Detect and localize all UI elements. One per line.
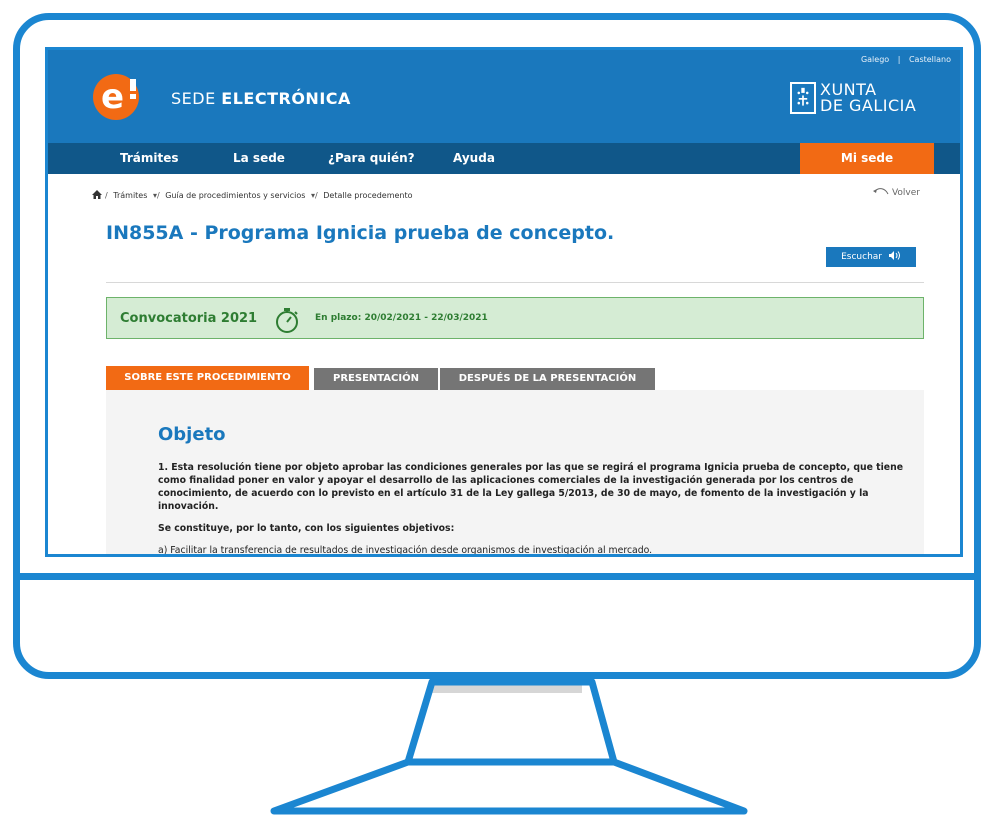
tab-presentacion[interactable]: PRESENTACIÓN: [314, 368, 438, 390]
volver-link[interactable]: Volver: [873, 186, 920, 198]
chevron-down-icon[interactable]: ▾/: [153, 191, 160, 200]
objeto-paragraph: 1. Esta resolución tiene por objeto apro…: [158, 462, 904, 512]
nav-item-para-quien[interactable]: ¿Para quién?: [328, 151, 415, 165]
xunta-line2: DE GALICIA: [820, 96, 917, 115]
breadcrumb: / Trámites ▾/ Guía de procedimientos y s…: [92, 190, 413, 200]
chevron-down-icon[interactable]: ▾/: [311, 191, 318, 200]
escuchar-label: Escuchar: [841, 252, 883, 262]
page-title: IN855A - Programa Ignicia prueba de conc…: [106, 222, 615, 244]
nav-item-ayuda[interactable]: Ayuda: [453, 151, 495, 165]
objetivo-a: a) Facilitar la transferencia de resulta…: [158, 545, 653, 556]
brand-main: ELECTRÓNICA: [221, 89, 351, 108]
site-brand: SEDE ELECTRÓNICA: [171, 89, 351, 108]
lang-separator: |: [897, 55, 901, 64]
home-icon[interactable]: [92, 190, 102, 199]
nav-item-tramites[interactable]: Trámites: [120, 151, 179, 165]
back-arrow-icon: [873, 188, 889, 195]
breadcrumb-guia[interactable]: Guía de procedimientos y servicios: [165, 191, 305, 200]
tab-sobre-procedimiento[interactable]: SOBRE ESTE PROCEDIMIENTO: [106, 366, 309, 390]
lang-castellano-link[interactable]: Castellano: [909, 55, 951, 64]
tab-content-panel: Objeto 1. Esta resolución tiene por obje…: [106, 390, 924, 556]
breadcrumb-detalle: Detalle procedemento: [323, 191, 413, 200]
convocatoria-title: Convocatoria 2021: [120, 311, 258, 326]
logo-exclamation-icon: [130, 79, 136, 99]
escuchar-button[interactable]: Escuchar: [826, 247, 916, 267]
nav-item-la-sede[interactable]: La sede: [233, 151, 285, 165]
brand-prefix: SEDE: [171, 89, 216, 108]
sede-logo[interactable]: e: [93, 74, 139, 120]
tab-despues-presentacion[interactable]: DESPUÉS DE LA PRESENTACIÓN: [440, 368, 655, 390]
xunta-logo-text[interactable]: XUNTA DE GALICIA: [820, 82, 916, 114]
site-header: e SEDE ELECTRÓNICA Galego | Castellano X…: [48, 50, 960, 143]
objetivos-intro: Se constituye, por lo tanto, con los sig…: [158, 523, 455, 534]
mi-sede-button[interactable]: Mi sede: [800, 143, 934, 174]
title-divider: [106, 282, 924, 283]
language-switcher: Galego | Castellano: [858, 55, 954, 64]
logo-letter: e: [101, 77, 125, 117]
volver-label: Volver: [891, 188, 920, 198]
monitor-screen: e SEDE ELECTRÓNICA Galego | Castellano X…: [45, 47, 963, 557]
speaker-icon: [888, 251, 900, 260]
section-heading: Objeto: [158, 424, 226, 445]
plazo-text: En plazo: 20/02/2021 - 22/03/2021: [315, 313, 488, 323]
convocatoria-box: Convocatoria 2021 En plazo: 20/02/2021 -…: [106, 297, 924, 339]
breadcrumb-tramites[interactable]: Trámites: [113, 191, 147, 200]
stopwatch-icon: [276, 308, 298, 333]
lang-galego-link[interactable]: Galego: [861, 55, 889, 64]
xunta-emblem-icon: [790, 82, 816, 114]
